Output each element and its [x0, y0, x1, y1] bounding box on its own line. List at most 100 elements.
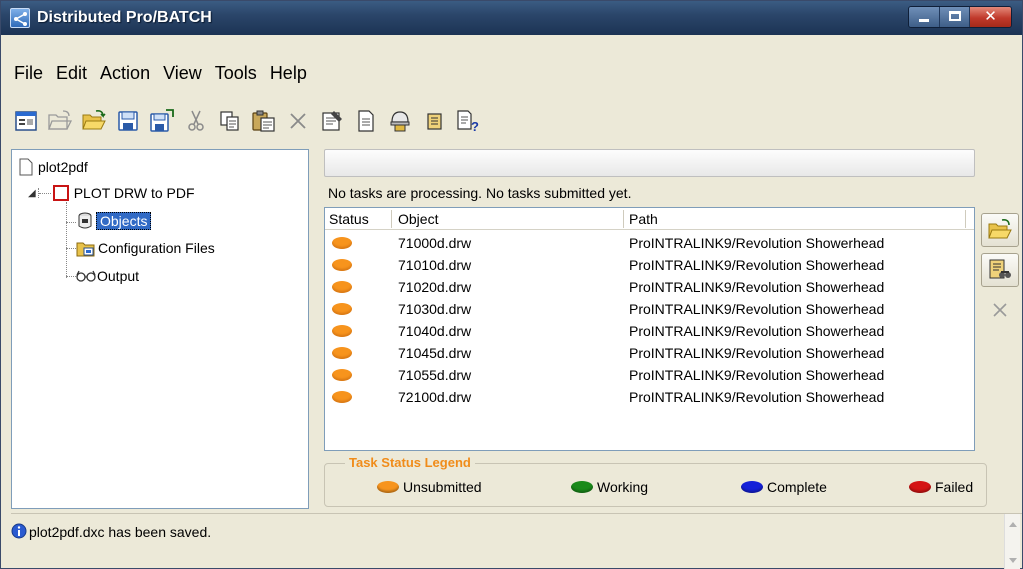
save-as-icon [150, 109, 174, 132]
table-row[interactable]: 72100d.drw ProINTRALINK9/Revolution Showe… [325, 386, 974, 408]
tree-item-objects[interactable]: Objects [76, 210, 152, 232]
tree-output-label: Output [97, 268, 140, 284]
cut-button[interactable] [181, 107, 211, 135]
column-status[interactable]: Status [329, 211, 369, 227]
options-button[interactable] [317, 107, 347, 135]
object-cell: 71010d.drw [398, 257, 472, 273]
list-icon [427, 113, 442, 130]
legend-label: Failed [935, 479, 974, 495]
tree-connector [66, 222, 76, 223]
remove-icon [993, 303, 1007, 317]
menu-file[interactable]: File [8, 61, 50, 85]
tree-connector [66, 276, 76, 277]
legend-item-failed: Failed [909, 479, 973, 495]
tree-configuration-files-label: Configuration Files [98, 240, 215, 256]
unsubmitted-status-icon [332, 259, 352, 271]
menu-view[interactable]: View [157, 61, 209, 85]
legend-title: Task Status Legend [345, 455, 475, 470]
tree-connector [66, 202, 67, 278]
save-button[interactable] [113, 107, 143, 135]
help-button[interactable]: ? [453, 107, 483, 135]
tree-item-configuration-files[interactable]: Configuration Files [76, 237, 215, 259]
legend-item-working: Working [571, 479, 648, 495]
working-status-icon [571, 481, 593, 493]
column-object[interactable]: Object [398, 211, 438, 227]
paste-icon [252, 110, 275, 132]
menu-action[interactable]: Action [94, 61, 157, 85]
object-action-buttons [981, 213, 1021, 333]
status-message: plot2pdf.dxc has been saved. [29, 524, 212, 540]
column-separator[interactable] [391, 210, 392, 228]
table-row[interactable]: 71000d.drw ProINTRALINK9/Revolution Showe… [325, 232, 974, 254]
minimize-button[interactable] [909, 7, 939, 27]
menu-tools[interactable]: Tools [209, 61, 264, 85]
tree-item-task[interactable]: ◢ PLOT DRW to PDF [28, 182, 195, 204]
path-cell: ProINTRALINK9/Revolution Showerhead [629, 235, 885, 251]
toolbar: ? [11, 107, 487, 135]
options-icon [322, 111, 342, 131]
table-row[interactable]: 71020d.drw ProINTRALINK9/Revolution Showe… [325, 276, 974, 298]
tree-item-output[interactable]: Output [76, 265, 139, 287]
document-button[interactable] [351, 107, 381, 135]
message-area: plot2pdf.dxc has been saved. [11, 513, 1022, 569]
failed-status-icon [909, 481, 931, 493]
list-button[interactable] [419, 107, 449, 135]
tree-item-root[interactable]: plot2pdf [18, 156, 88, 178]
object-cell: 71000d.drw [398, 235, 472, 251]
legend-label: Complete [767, 479, 827, 495]
column-path[interactable]: Path [629, 211, 658, 227]
save-icon [118, 111, 138, 131]
open-folder-disabled-button[interactable] [45, 107, 75, 135]
table-row[interactable]: 71055d.drw ProINTRALINK9/Revolution Showe… [325, 364, 974, 386]
column-separator[interactable] [965, 210, 966, 228]
tree-connector [66, 248, 76, 249]
hardhat-button[interactable] [385, 107, 415, 135]
copy-button[interactable] [215, 107, 245, 135]
close-button[interactable]: ✕ [969, 7, 1011, 27]
search-objects-button[interactable] [981, 253, 1019, 287]
object-cell: 71040d.drw [398, 323, 472, 339]
message-scrollbar[interactable] [1004, 514, 1020, 569]
properties-button[interactable] [11, 107, 41, 135]
paste-button[interactable] [249, 107, 279, 135]
object-list[interactable]: Status Object Path 71000d.drw ProINTRALIN… [324, 207, 975, 451]
file-icon [19, 158, 33, 176]
unsubmitted-status-icon [332, 303, 352, 315]
title-bar[interactable]: Distributed Pro/BATCH ✕ [1, 1, 1022, 35]
path-cell: ProINTRALINK9/Revolution Showerhead [629, 323, 885, 339]
path-cell: ProINTRALINK9/Revolution Showerhead [629, 257, 885, 273]
object-cell: 72100d.drw [398, 389, 472, 405]
app-window: Distributed Pro/BATCH ✕ File Edit Action… [0, 0, 1023, 569]
table-row[interactable]: 71010d.drw ProINTRALINK9/Revolution Showe… [325, 254, 974, 276]
unsubmitted-status-icon [332, 369, 352, 381]
svg-text:?: ? [471, 119, 479, 133]
app-icon[interactable] [10, 8, 30, 28]
help-icon: ? [457, 110, 479, 133]
unsubmitted-status-icon [332, 391, 352, 403]
tree-root-label: plot2pdf [38, 159, 88, 175]
cut-icon [188, 110, 204, 131]
legend-label: Unsubmitted [403, 479, 482, 495]
menu-help[interactable]: Help [264, 61, 314, 85]
path-cell: ProINTRALINK9/Revolution Showerhead [629, 345, 885, 361]
tree-objects-label: Objects [96, 212, 152, 230]
column-separator[interactable] [623, 210, 624, 228]
remove-objects-button[interactable] [981, 293, 1019, 327]
window-title: Distributed Pro/BATCH [37, 9, 212, 26]
scroll-down-icon[interactable] [1009, 558, 1017, 563]
task-status-legend: Task Status Legend Unsubmitted Working C… [324, 455, 987, 507]
task-tree[interactable]: plot2pdf ◢ PLOT DRW to PDF Objects Confi… [11, 149, 309, 509]
save-as-button[interactable] [147, 107, 177, 135]
table-row[interactable]: 71040d.drw ProINTRALINK9/Revolution Showe… [325, 320, 974, 342]
maximize-icon [949, 11, 961, 21]
glasses-icon [76, 270, 96, 282]
maximize-button[interactable] [939, 7, 969, 27]
menu-edit[interactable]: Edit [50, 61, 94, 85]
tree-expand-icon[interactable]: ◢ [28, 188, 36, 199]
open-button[interactable] [79, 107, 109, 135]
delete-button[interactable] [283, 107, 313, 135]
scroll-up-icon[interactable] [1009, 522, 1017, 527]
table-row[interactable]: 71030d.drw ProINTRALINK9/Revolution Showe… [325, 298, 974, 320]
table-row[interactable]: 71045d.drw ProINTRALINK9/Revolution Showe… [325, 342, 974, 364]
add-objects-button[interactable] [981, 213, 1019, 247]
